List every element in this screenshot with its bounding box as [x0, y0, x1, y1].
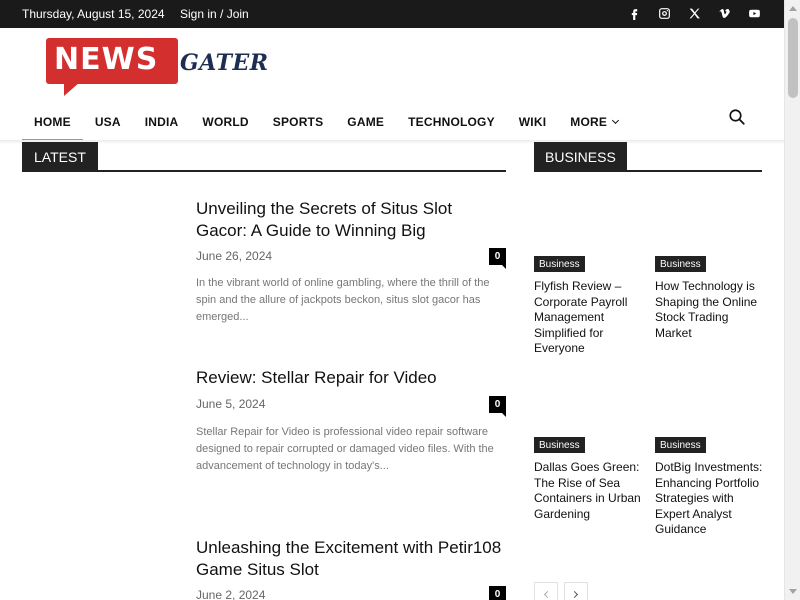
business-section-header: BUSINESS — [534, 142, 762, 172]
chevron-right-icon — [570, 590, 579, 598]
x-icon[interactable] — [686, 5, 702, 21]
scroll-down-icon[interactable] — [789, 589, 797, 594]
nav-item-technology[interactable]: TECHNOLOGY — [396, 104, 507, 140]
nav-item-world[interactable]: WORLD — [190, 104, 260, 140]
instagram-icon[interactable] — [656, 5, 672, 21]
card-title[interactable]: Flyfish Review – Corporate Payroll Manag… — [534, 279, 642, 357]
site-logo[interactable]: NEWS GATER — [46, 38, 270, 98]
card-title[interactable]: How Technology is Shaping the Online Sto… — [655, 279, 763, 341]
business-card: Business Flyfish Review – Corporate Payr… — [534, 256, 642, 360]
vimeo-icon[interactable] — [716, 5, 732, 21]
article-item: Review: Stellar Repair for Video June 5,… — [196, 367, 506, 487]
business-card: Business DotBig Investments: Enhancing P… — [655, 437, 763, 557]
page-scrollbar[interactable] — [784, 0, 800, 600]
nav-label: INDIA — [144, 115, 179, 129]
article-title[interactable]: Unleashing the Excitement with Petir108 … — [196, 537, 506, 581]
nav-label: GAME — [347, 115, 385, 129]
signin-link[interactable]: Sign in / Join — [180, 7, 249, 21]
nav-label: SPORTS — [272, 115, 324, 129]
nav-label: USA — [94, 115, 121, 129]
logo-text-gater: GATER — [180, 50, 269, 76]
article-date: June 2, 2024 — [196, 588, 266, 600]
article-title[interactable]: Review: Stellar Repair for Video — [196, 367, 506, 389]
article-item: Unleashing the Excitement with Petir108 … — [196, 537, 506, 600]
logo-text-news: NEWS — [54, 42, 159, 77]
nav-item-wiki[interactable]: WIKI — [507, 104, 558, 140]
card-title[interactable]: DotBig Investments: Enhancing Portfolio … — [655, 460, 763, 538]
latest-section-header: LATEST — [22, 142, 506, 172]
category-badge[interactable]: Business — [655, 437, 706, 453]
latest-heading: LATEST — [22, 142, 98, 172]
article-excerpt: In the vibrant world of online gambling,… — [196, 277, 490, 323]
card-title[interactable]: Dallas Goes Green: The Rise of Sea Conta… — [534, 460, 642, 522]
nav-item-home[interactable]: HOME — [22, 104, 83, 142]
category-badge[interactable]: Business — [534, 256, 585, 272]
article-date: June 5, 2024 — [196, 397, 266, 411]
nav-label: WORLD — [202, 115, 249, 129]
chevron-down-icon — [612, 116, 620, 125]
main-nav: HOME USA INDIA WORLD SPORTS GAME TECHNOL… — [22, 104, 630, 142]
nav-item-game[interactable]: GAME — [335, 104, 396, 140]
comment-count-badge[interactable]: 0 — [489, 396, 506, 417]
article-date: June 26, 2024 — [196, 249, 273, 263]
search-icon — [729, 109, 745, 125]
scroll-thumb[interactable] — [788, 18, 798, 98]
scroll-up-icon[interactable] — [789, 6, 797, 11]
business-card: Business Dallas Goes Green: The Rise of … — [534, 437, 642, 525]
comment-count-badge[interactable]: 0 — [489, 586, 506, 600]
nav-item-sports[interactable]: SPORTS — [261, 104, 336, 140]
article-item: Unveiling the Secrets of Situs Slot Gaco… — [196, 198, 506, 338]
chevron-left-icon — [543, 590, 552, 598]
logo-bubble-tail — [64, 82, 80, 96]
category-badge[interactable]: Business — [534, 437, 585, 453]
current-date: Thursday, August 15, 2024 — [22, 7, 165, 21]
next-page-button[interactable] — [564, 582, 588, 600]
nav-label: TECHNOLOGY — [408, 115, 495, 129]
business-heading: BUSINESS — [534, 142, 627, 172]
category-badge[interactable]: Business — [655, 256, 706, 272]
facebook-icon[interactable] — [626, 5, 642, 21]
social-icons — [626, 5, 762, 21]
comment-count-badge[interactable]: 0 — [489, 248, 506, 269]
youtube-icon[interactable] — [746, 5, 762, 21]
article-title[interactable]: Unveiling the Secrets of Situs Slot Gaco… — [196, 198, 506, 242]
article-excerpt: Stellar Repair for Video is professional… — [196, 426, 494, 472]
nav-label: WIKI — [518, 115, 547, 129]
nav-label: HOME — [34, 115, 71, 129]
business-card: Business How Technology is Shaping the O… — [655, 256, 763, 344]
nav-label: MORE — [570, 115, 608, 129]
nav-item-india[interactable]: INDIA — [133, 104, 191, 140]
top-bar: Thursday, August 15, 2024 Sign in / Join — [0, 0, 784, 28]
nav-item-usa[interactable]: USA — [83, 104, 133, 140]
nav-item-more[interactable]: MORE — [558, 104, 630, 140]
business-pagination — [534, 582, 588, 600]
search-button[interactable] — [728, 108, 748, 128]
prev-page-button[interactable] — [534, 582, 558, 600]
